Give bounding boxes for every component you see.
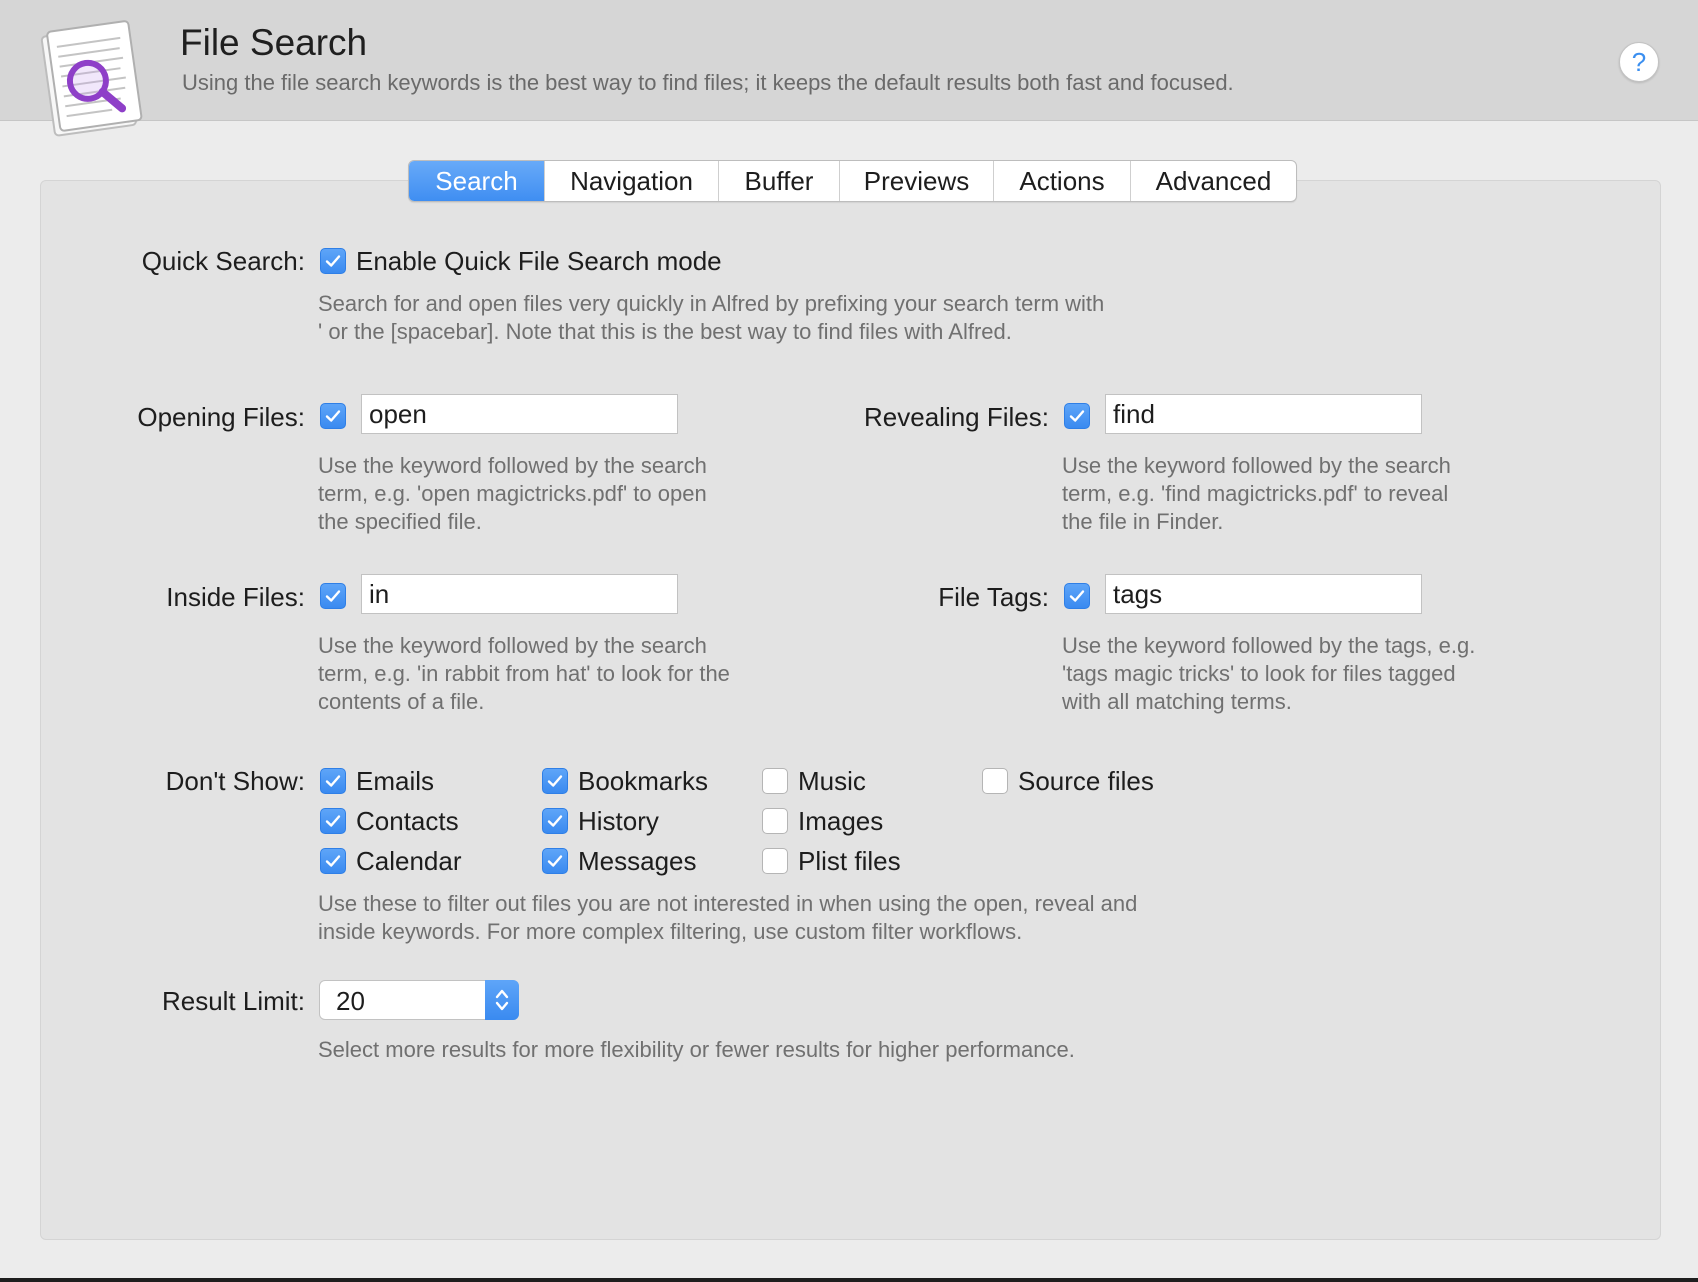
dont-show-label: Don't Show: — [165, 766, 305, 796]
quick-search-checkbox[interactable] — [320, 248, 346, 274]
calendar-label: Calendar — [356, 846, 462, 876]
checkmark-icon — [1069, 410, 1085, 422]
inside-files-label: Inside Files: — [166, 582, 305, 612]
contacts-label: Contacts — [356, 806, 459, 836]
tab-bar: Search Navigation Buffer Previews Action… — [408, 160, 1297, 202]
file-tags-description: Use the keyword followed by the tags, e.… — [1062, 633, 1476, 714]
messages-label: Messages — [578, 846, 697, 876]
tab-actions[interactable]: Actions — [993, 161, 1130, 201]
revealing-files-label: Revealing Files: — [864, 402, 1049, 432]
inside-files-checkbox[interactable] — [320, 583, 346, 609]
document-magnifier-icon — [40, 20, 143, 137]
tab-navigation[interactable]: Navigation — [544, 161, 718, 201]
opening-files-description: Use the keyword followed by the search t… — [318, 453, 707, 534]
calendar-checkbox[interactable] — [320, 848, 346, 874]
tab-previews[interactable]: Previews — [839, 161, 993, 201]
tab-search[interactable]: Search — [409, 161, 544, 201]
checkmark-icon — [325, 410, 341, 422]
quick-search-checkbox-label: Enable Quick File Search mode — [356, 246, 722, 276]
music-checkbox[interactable] — [762, 768, 788, 794]
history-label: History — [578, 806, 659, 836]
stepper-arrows[interactable] — [485, 980, 519, 1020]
checkmark-icon — [325, 855, 341, 867]
tab-advanced[interactable]: Advanced — [1130, 161, 1296, 201]
page-subtitle: Using the file search keywords is the be… — [182, 70, 1234, 95]
messages-checkbox[interactable] — [542, 848, 568, 874]
contacts-checkbox[interactable] — [320, 808, 346, 834]
opening-files-label: Opening Files: — [137, 402, 305, 432]
checkmark-icon — [1069, 590, 1085, 602]
checkmark-icon — [547, 815, 563, 827]
up-down-chevron-icon — [495, 989, 509, 1011]
result-limit-select[interactable]: 20 — [319, 980, 519, 1020]
quick-search-label: Quick Search: — [141, 246, 305, 276]
help-button[interactable]: ? — [1619, 42, 1659, 82]
checkmark-icon — [547, 855, 563, 867]
emails-label: Emails — [356, 766, 435, 796]
opening-files-checkbox[interactable] — [320, 403, 346, 429]
bookmarks-label: Bookmarks — [578, 766, 709, 796]
revealing-files-description: Use the keyword followed by the search t… — [1062, 453, 1451, 534]
tab-buffer[interactable]: Buffer — [718, 161, 839, 201]
plist-files-checkbox[interactable] — [762, 848, 788, 874]
checkmark-icon — [325, 255, 341, 267]
quick-search-description: Search for and open files very quickly i… — [318, 291, 1105, 344]
opening-files-keyword-field[interactable] — [361, 394, 678, 434]
inside-files-description: Use the keyword followed by the search t… — [318, 633, 730, 714]
revealing-files-keyword-field[interactable] — [1105, 394, 1422, 434]
images-label: Images — [798, 806, 884, 836]
window-bottom-edge — [0, 1278, 1698, 1282]
checkmark-icon — [325, 590, 341, 602]
checkmark-icon — [325, 775, 341, 787]
result-limit-value: 20 — [336, 986, 365, 1016]
file-tags-label: File Tags: — [938, 582, 1049, 612]
bookmarks-checkbox[interactable] — [542, 768, 568, 794]
revealing-files-checkbox[interactable] — [1064, 403, 1090, 429]
checkmark-icon — [325, 815, 341, 827]
music-label: Music — [798, 766, 866, 796]
dont-show-description: Use these to filter out files you are no… — [318, 891, 1138, 944]
history-checkbox[interactable] — [542, 808, 568, 834]
source-files-checkbox[interactable] — [982, 768, 1008, 794]
checkmark-icon — [547, 775, 563, 787]
images-checkbox[interactable] — [762, 808, 788, 834]
plist-files-label: Plist files — [798, 846, 901, 876]
question-mark-icon: ? — [1631, 46, 1647, 77]
page-title: File Search — [180, 22, 368, 63]
emails-checkbox[interactable] — [320, 768, 346, 794]
header: File Search Using the file search keywor… — [0, 0, 1698, 137]
result-limit-description: Select more results for more flexibility… — [318, 1037, 1075, 1062]
source-files-label: Source files — [1018, 766, 1154, 796]
inside-files-keyword-field[interactable] — [361, 574, 678, 614]
file-tags-checkbox[interactable] — [1064, 583, 1090, 609]
result-limit-label: Result Limit: — [161, 986, 305, 1016]
file-tags-keyword-field[interactable] — [1105, 574, 1422, 614]
